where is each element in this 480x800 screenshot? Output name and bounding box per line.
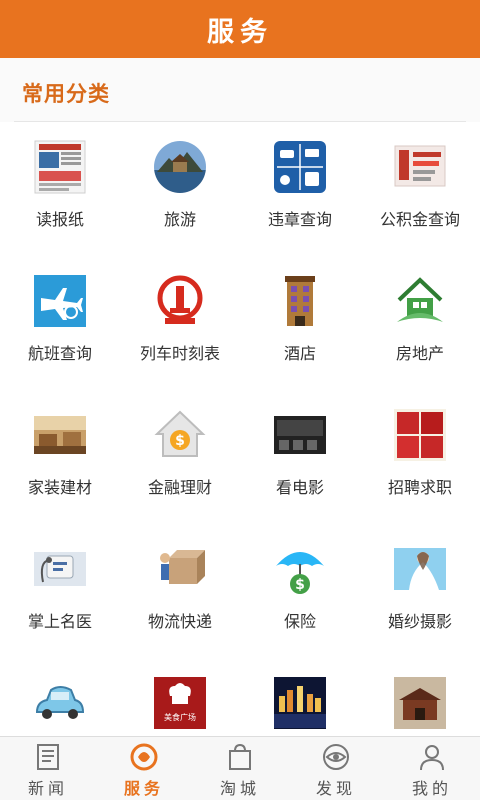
home-decor-icon (34, 416, 86, 454)
category-doctor[interactable]: 掌上名医 (0, 524, 120, 658)
delivery-icon (160, 550, 205, 584)
category-traffic-violation[interactable]: 违章查询 (240, 122, 360, 256)
category-train[interactable]: 列车时刻表 (120, 256, 240, 390)
food-plaza-text: 美食广场 (164, 712, 196, 722)
app-screen: 服务 常用分类 读报纸 旅游 违章查询 公积金查询 航班查询 列车时刻表 酒店 … (0, 0, 480, 800)
svg-text:$: $ (295, 577, 305, 593)
service-icon (130, 743, 158, 771)
newspaper-icon (34, 140, 86, 194)
svg-text:$: $ (175, 433, 185, 449)
finance-icon: $ (154, 410, 206, 457)
airplane-icon (34, 275, 86, 327)
category-housing-fund[interactable]: 公积金查询 (360, 122, 480, 256)
tab-shopping[interactable]: 淘城 (192, 737, 288, 800)
tab-label: 发现 (315, 779, 356, 798)
car-icon (35, 686, 85, 719)
section-title: 常用分类 (22, 82, 110, 106)
movie-icon (274, 416, 326, 454)
category-finance[interactable]: $ 金融理财 (120, 390, 240, 524)
recruitment-icon (394, 409, 446, 461)
category-label: 读报纸 (35, 210, 84, 229)
tab-service[interactable]: 服务 (96, 737, 192, 800)
landmark-icon (394, 677, 446, 729)
category-label: 公积金查询 (379, 210, 460, 229)
discover-icon (323, 744, 349, 770)
title-bar: 服务 (0, 0, 480, 58)
category-label: 掌上名医 (27, 612, 92, 631)
tab-label: 服务 (123, 779, 164, 798)
bottom-tab-bar: 新闻 服务 淘城 发现 我的 (0, 736, 480, 800)
category-label: 保险 (283, 612, 316, 631)
tab-label: 淘城 (219, 779, 260, 798)
category-label: 婚纱摄影 (387, 612, 452, 631)
section-header: 常用分类 (0, 58, 480, 122)
category-label: 物流快递 (147, 612, 212, 631)
tab-label: 我的 (411, 779, 452, 798)
category-label: 家装建材 (27, 478, 92, 497)
category-wedding-photo[interactable]: 婚纱摄影 (360, 524, 480, 658)
night-city-icon (274, 677, 326, 729)
wedding-photo-icon (394, 548, 446, 590)
category-label: 金融理财 (147, 478, 212, 497)
tab-news[interactable]: 新闻 (0, 737, 96, 800)
tab-discover[interactable]: 发现 (288, 737, 384, 800)
category-flight[interactable]: 航班查询 (0, 256, 120, 390)
food-plaza-icon: 美食广场 (154, 677, 206, 729)
tab-profile[interactable]: 我的 (384, 737, 480, 800)
category-home-decor[interactable]: 家装建材 (0, 390, 120, 524)
shopping-bag-icon (229, 743, 251, 770)
housing-fund-icon (394, 145, 446, 187)
travel-icon (154, 141, 206, 193)
category-label: 列车时刻表 (139, 344, 220, 363)
category-label: 招聘求职 (387, 478, 452, 497)
category-label: 房地产 (395, 344, 444, 363)
category-label: 违章查询 (267, 210, 332, 229)
house-icon (397, 277, 443, 322)
category-label: 看电影 (275, 478, 324, 497)
category-recruitment[interactable]: 招聘求职 (360, 390, 480, 524)
tab-label: 新闻 (27, 779, 68, 798)
category-grid: 读报纸 旅游 违章查询 公积金查询 航班查询 列车时刻表 酒店 房地产 家装建材… (0, 122, 480, 736)
traffic-violation-icon (274, 141, 326, 193)
category-real-estate[interactable]: 房地产 (360, 256, 480, 390)
profile-icon (420, 745, 444, 771)
news-icon (37, 744, 59, 770)
page-title: 服务 (207, 16, 273, 48)
category-label: 酒店 (283, 344, 316, 363)
category-food-plaza[interactable]: 美食广场 (120, 658, 240, 736)
category-car[interactable] (0, 658, 120, 736)
category-hotel[interactable]: 酒店 (240, 256, 360, 390)
category-night-city[interactable] (240, 658, 360, 736)
category-landmark[interactable] (360, 658, 480, 736)
railway-icon (157, 275, 203, 324)
category-newspaper[interactable]: 读报纸 (0, 122, 120, 256)
category-insurance[interactable]: $ 保险 (240, 524, 360, 658)
category-label: 旅游 (163, 210, 196, 229)
category-delivery[interactable]: 物流快递 (120, 524, 240, 658)
category-movie[interactable]: 看电影 (240, 390, 360, 524)
doctor-icon (34, 552, 86, 586)
insurance-icon: $ (276, 552, 324, 594)
category-label: 航班查询 (27, 344, 92, 363)
hotel-icon (285, 276, 315, 326)
category-travel[interactable]: 旅游 (120, 122, 240, 256)
